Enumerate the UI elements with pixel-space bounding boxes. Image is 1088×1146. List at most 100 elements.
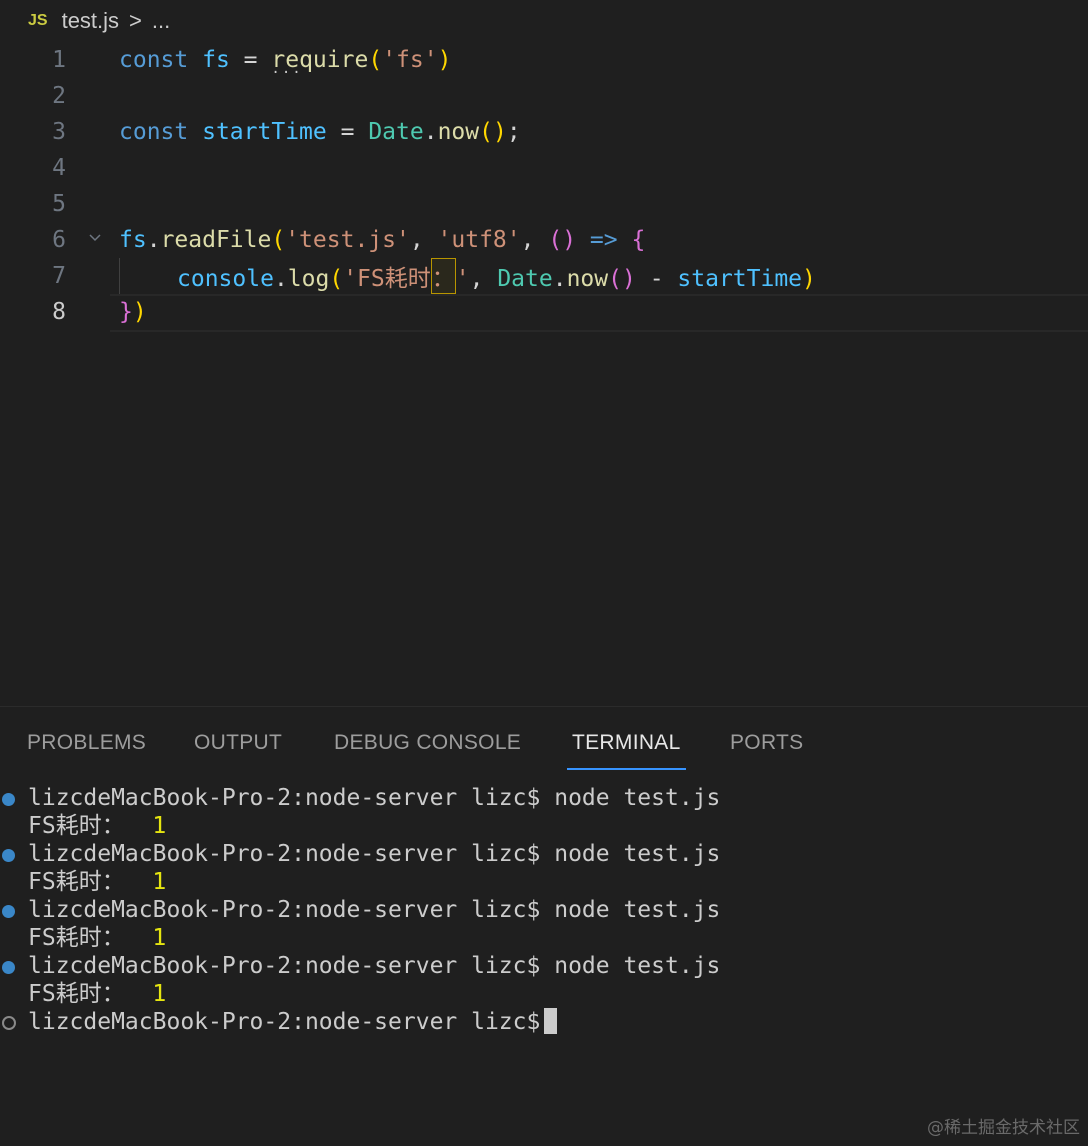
token-punctuation: .: [146, 227, 161, 253]
token-bracket: (): [479, 119, 507, 145]
code-text: fs.readFile('test.js', 'utf8', () => {: [119, 227, 645, 253]
token-operator: =: [340, 119, 355, 145]
token-bracket: (: [329, 266, 344, 292]
tab-output[interactable]: OUTPUT: [194, 731, 282, 755]
code-line-7[interactable]: 7 console.log('FS耗时：', Date.now() - star…: [0, 258, 1088, 294]
code-line-8[interactable]: 8 }): [0, 294, 1088, 330]
token-variable: startTime: [677, 266, 803, 292]
line-number: 7: [52, 263, 66, 289]
token-bracket: (: [368, 47, 383, 73]
tab-terminal[interactable]: TERMINAL: [572, 731, 681, 755]
tab-debug-console[interactable]: DEBUG CONSOLE: [334, 731, 521, 755]
terminal-prompt: lizcdeMacBook-Pro-2:node-server lizc$: [28, 785, 541, 811]
token-bracket: (): [548, 227, 577, 253]
terminal-command-line: lizcdeMacBook-Pro-2:node-server lizc$ no…: [28, 784, 720, 812]
token-punctuation: .: [423, 119, 438, 145]
output-label: FS耗时：: [28, 813, 125, 839]
terminal-prompt: lizcdeMacBook-Pro-2:node-server lizc$: [28, 953, 541, 979]
chevron-right-icon: >: [129, 8, 142, 33]
token-variable: startTime: [202, 119, 327, 145]
token-bracket: (: [271, 227, 286, 253]
terminal-output-line: FS耗时： 1: [28, 812, 166, 840]
code-text: console.log('FS耗时：', Date.now() - startT…: [177, 258, 816, 294]
terminal-prompt: lizcdeMacBook-Pro-2:node-server lizc$: [28, 1009, 541, 1035]
token-variable: fs: [202, 47, 230, 73]
command-success-icon[interactable]: [2, 793, 15, 806]
code-line-5[interactable]: 5: [0, 186, 1088, 222]
tab-ports[interactable]: PORTS: [730, 731, 803, 755]
line-number: 5: [52, 191, 66, 217]
terminal[interactable]: lizcdeMacBook-Pro-2:node-server lizc$ no…: [0, 784, 1088, 1064]
output-label: FS耗时：: [28, 869, 125, 895]
token-punctuation: .: [273, 266, 288, 292]
terminal-command-line: lizcdeMacBook-Pro-2:node-server lizc$ no…: [28, 896, 720, 924]
code-line-4[interactable]: 4: [0, 150, 1088, 186]
token-punctuation: .: [552, 266, 567, 292]
breadcrumb-file-name[interactable]: test.js: [62, 8, 119, 34]
command-pending-icon[interactable]: [2, 1016, 16, 1030]
breadcrumb: JS test.js > ...: [0, 0, 1088, 42]
ambiguous-character-highlight[interactable]: ：: [430, 258, 456, 294]
token-bracket: ): [437, 47, 452, 73]
token-bracket: (): [608, 266, 636, 292]
token-punctuation: ,: [409, 227, 424, 253]
command-success-icon[interactable]: [2, 905, 15, 918]
token-punctuation: ,: [469, 266, 484, 292]
line-number: 3: [52, 119, 66, 145]
token-function: readFile: [160, 227, 272, 253]
code-text: }): [119, 299, 147, 325]
terminal-command-line: lizcdeMacBook-Pro-2:node-server lizc$ no…: [28, 840, 720, 868]
output-label: FS耗时：: [28, 925, 125, 951]
code-editor[interactable]: 1 const fs = require ··· ('fs') 2 3 const …: [0, 42, 1088, 706]
tab-problems[interactable]: PROBLEMS: [27, 731, 146, 755]
token-string: 'test.js': [285, 227, 410, 253]
token-punctuation: ,: [520, 227, 535, 253]
code-line-2[interactable]: 2: [0, 78, 1088, 114]
output-value: 1: [152, 925, 167, 951]
command-success-icon[interactable]: [2, 849, 15, 862]
token-operator: =: [243, 47, 258, 73]
token-class: Date: [497, 266, 553, 292]
code-line-1[interactable]: 1 const fs = require ··· ('fs'): [0, 42, 1088, 81]
token-function: log: [287, 266, 330, 292]
line-number: 1: [52, 47, 66, 73]
terminal-prompt: lizcdeMacBook-Pro-2:node-server lizc$: [28, 841, 541, 867]
breadcrumb-more[interactable]: ...: [152, 8, 170, 34]
token-function: now: [437, 119, 480, 145]
chevron-down-icon[interactable]: [86, 230, 104, 251]
token-variable: fs: [119, 227, 147, 253]
terminal-output-line: FS耗时： 1: [28, 980, 166, 1008]
terminal-prompt-line[interactable]: lizcdeMacBook-Pro-2:node-server lizc$: [28, 1007, 558, 1036]
terminal-command-line: lizcdeMacBook-Pro-2:node-server lizc$ no…: [28, 952, 720, 980]
terminal-command: node test.js: [554, 953, 721, 979]
token-arrow: =>: [589, 227, 618, 253]
token-function: require ···: [271, 47, 368, 81]
token-operator: -: [649, 266, 664, 292]
output-value: 1: [152, 813, 167, 839]
code-text: const fs = require ··· ('fs'): [119, 47, 452, 81]
line-number-active: 8: [52, 299, 66, 325]
command-success-icon[interactable]: [2, 961, 15, 974]
token-string: ': [455, 266, 470, 292]
token-bracket: }: [119, 299, 133, 325]
javascript-file-icon: JS: [28, 12, 48, 29]
terminal-cursor: [544, 1007, 558, 1034]
terminal-command: node test.js: [554, 841, 721, 867]
terminal-output-line: FS耗时： 1: [28, 924, 166, 952]
line-number: 2: [52, 83, 66, 109]
watermark: @稀土掘金技术社区: [927, 1118, 1080, 1138]
terminal-command: node test.js: [554, 785, 721, 811]
token-string: 'FS耗时: [343, 266, 431, 292]
output-value: 1: [152, 869, 167, 895]
active-tab-indicator: [567, 768, 686, 770]
code-line-6[interactable]: 6 fs.readFile('test.js', 'utf8', () => {: [0, 222, 1088, 258]
token-punctuation: ;: [506, 119, 521, 145]
line-number: 6: [52, 227, 66, 253]
code-line-3[interactable]: 3 const startTime = Date.now();: [0, 114, 1088, 150]
token-bracket: ): [802, 266, 816, 292]
terminal-prompt: lizcdeMacBook-Pro-2:node-server lizc$: [28, 897, 541, 923]
panel-tabs: PROBLEMS OUTPUT DEBUG CONSOLE TERMINAL P…: [0, 707, 1088, 771]
token-string: 'fs': [382, 47, 438, 73]
token-function: now: [566, 266, 609, 292]
terminal-output-line: FS耗时： 1: [28, 868, 166, 896]
